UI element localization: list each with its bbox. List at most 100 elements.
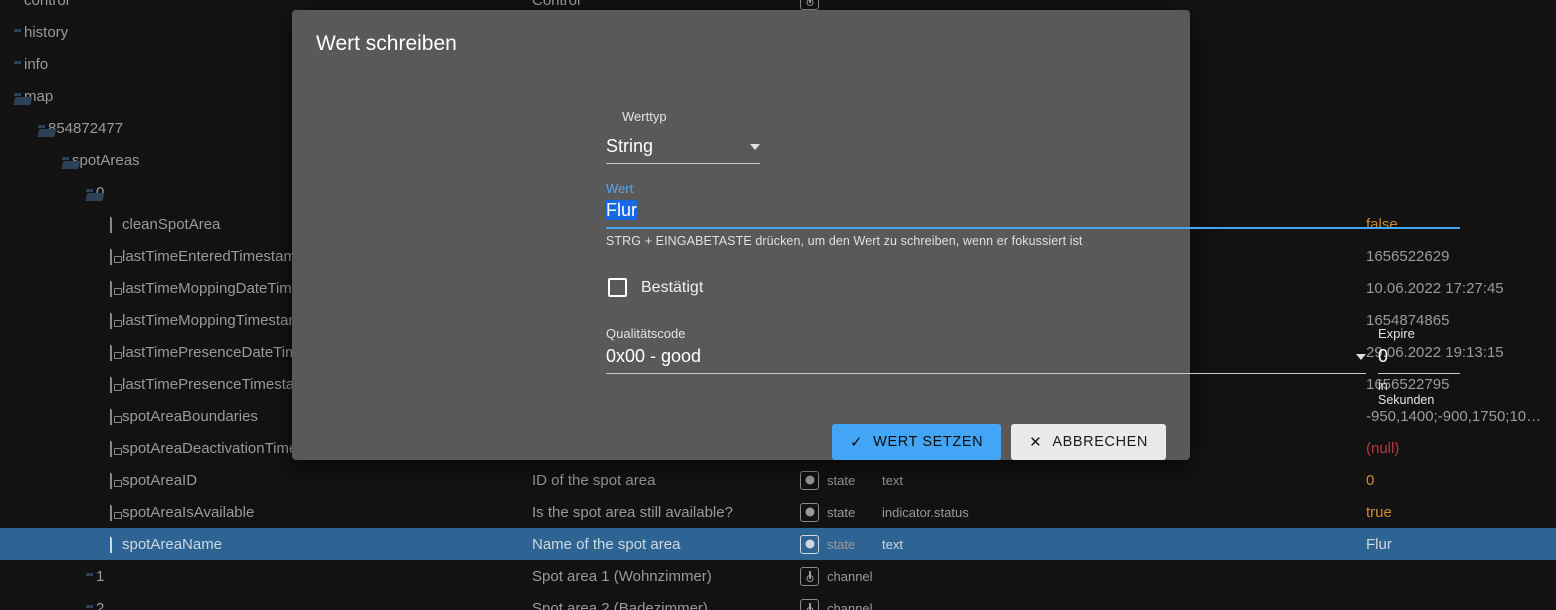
channel-badge-icon [800,598,819,610]
row-name-cell: spotAreaIsAvailable [0,503,520,521]
value-field-hint: STRG + EINGABETASTE drücken, um den Wert… [606,234,1083,248]
row-name-label: info [24,55,49,73]
value-type-select[interactable]: String [606,136,760,164]
document-locked-icon [110,311,112,329]
row-role: indicator.status [882,504,969,520]
expire-underline [1378,373,1460,374]
table-row[interactable]: 1 Spot area 1 (Wohnzimmer) channel [0,560,1556,592]
row-name-label: spotAreas [72,151,140,169]
row-description: ID of the spot area [532,471,656,489]
acknowledged-label: Bestätigt [641,278,704,296]
value-field-label: Wert [606,181,634,196]
row-name-cell: spotAreaID [0,471,520,489]
document-locked-icon [110,375,112,393]
chevron-down-icon [750,143,760,150]
document-locked-icon [110,503,112,521]
expire-label: Expire [1378,326,1415,341]
value-type-label: Werttyp [622,109,667,124]
quality-code-label: Qualitätscode [606,326,686,341]
checkbox-icon[interactable] [608,278,627,297]
value-field-underline [606,227,1460,229]
table-row[interactable]: spotAreaID ID of the spot area state text 0 [0,464,1556,496]
row-name-label: spotAreaBoundaries [122,407,258,425]
document-locked-icon [110,407,112,425]
row-kind-label: state [827,472,856,488]
value-field[interactable]: Flur [606,200,1460,229]
row-name-cell: 1 [0,568,520,585]
row-value: (null) [1366,439,1400,457]
document-icon [110,535,112,553]
document-locked-icon [110,439,112,457]
row-description: Spot area 1 (Wohnzimmer) [532,567,712,585]
row-value: 1656522629 [1366,247,1450,265]
row-name-label: lastTimeMoppingTimestan [122,311,297,329]
row-name-cell: spotAreaName [0,535,520,553]
value-field-text[interactable]: Flur [606,200,637,220]
row-name-label: lastTimeEnteredTimestam [122,247,296,265]
channel-badge-icon [800,0,819,10]
table-row[interactable]: spotAreaName Name of the spot area state te… [0,528,1556,560]
row-kind-cell: state [800,502,878,522]
quality-code-select[interactable]: 0x00 - good [606,346,1366,374]
table-row[interactable]: spotAreaIsAvailable Is the spot area stil… [0,496,1556,528]
dialog-title: Wert schreiben [316,32,457,55]
write-value-dialog: Wert schreiben Werttyp String Wert Flur … [292,10,1460,460]
row-kind-label: channel [827,600,873,610]
document-locked-icon [110,279,112,297]
row-kind-label: state [827,504,856,520]
expire-input[interactable]: 0 [1378,346,1460,374]
row-kind-cell: channel [800,598,878,610]
row-name-cell: 2 [0,600,520,610]
check-icon: ✓ [850,433,864,451]
row-description: Is the spot area still available? [532,503,733,521]
row-name-label: 854872477 [48,119,124,137]
row-kind-cell: state [800,470,878,490]
row-kind-cell: state [800,534,878,554]
row-description: Control [532,0,581,9]
cancel-button[interactable]: ✕ ABBRECHEN [1011,424,1166,460]
table-row[interactable]: 2 Spot area 2 (Badezimmer) channel [0,592,1556,610]
state-badge-icon [800,502,819,522]
expire-hint: in Sekunden [1378,379,1435,407]
row-name-label: spotAreaDeactivationTime [122,439,298,457]
row-description: Spot area 2 (Badezimmer) [532,599,708,610]
row-kind-cell: channel [800,566,878,586]
value-type-underline [606,163,760,164]
close-icon: ✕ [1029,433,1043,451]
set-value-button-label: WERT SETZEN [873,434,984,450]
document-locked-icon [110,343,112,361]
state-badge-icon [800,470,819,490]
row-value: 0 [1366,471,1375,489]
document-locked-icon [110,247,112,265]
set-value-button[interactable]: ✓ WERT SETZEN [832,424,1002,460]
row-name-label: spotAreaID [122,471,198,489]
row-role: text [882,536,903,552]
row-value: Flur [1366,535,1392,553]
row-name-label: cleanSpotArea [122,215,221,233]
row-name-label: lastTimePresenceTimesta [122,375,295,393]
row-value: 10.06.2022 17:27:45 [1366,279,1504,297]
row-value: -950,1400;-900,1750;10… [1366,407,1542,425]
channel-badge-icon [800,566,819,586]
row-name-cell: control [0,0,520,9]
row-role: text [882,472,903,488]
object-browser-screen: control Control history info map 854872477 spo… [0,0,1556,610]
row-name-label: lastTimePresenceDateTim [122,343,298,361]
row-kind-label: state [827,536,856,552]
document-icon [110,215,112,233]
row-name-label: history [24,23,69,41]
row-name-label: lastTimeMoppingDateTime [122,279,301,297]
quality-code-selected: 0x00 - good [606,346,702,366]
state-badge-icon [800,534,819,554]
acknowledged-checkbox[interactable]: Bestätigt [608,278,703,297]
row-name-label: spotAreaIsAvailable [122,503,255,521]
row-name-label: 2 [96,599,105,610]
expire-value: 0 [1378,346,1389,366]
chevron-down-icon [1356,353,1366,360]
dialog-actions: ✓ WERT SETZEN ✕ ABBRECHEN [832,424,1166,460]
row-name-label: control [24,0,70,9]
row-value: true [1366,503,1392,521]
document-locked-icon [110,471,112,489]
row-name-label: spotAreaName [122,535,223,553]
row-kind-label: channel [827,568,873,584]
